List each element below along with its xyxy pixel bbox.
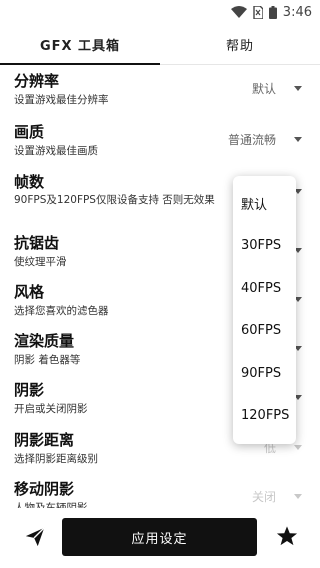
setting-title: 渲染质量 [14, 332, 75, 350]
status-bar: 3:46 [0, 0, 320, 24]
setting-title: 阴影 [14, 381, 45, 399]
setting-value: 关闭 [251, 490, 276, 504]
clock: 3:46 [282, 4, 312, 20]
setting-subtitle: 使纹理平滑 [14, 256, 67, 268]
fps-option-default[interactable]: 默认 [233, 182, 296, 225]
chevron-down-icon[interactable] [294, 445, 302, 450]
setting-subtitle: 90FPS及120FPS仅限设备支持 否则无效果 [14, 194, 215, 206]
apply-settings-button[interactable]: 应用设定 [62, 518, 257, 556]
chevron-down-icon[interactable] [294, 494, 302, 499]
setting-subtitle: 开启或关闭阴影 [14, 403, 88, 415]
setting-title: 帧数 [14, 173, 45, 191]
setting-title: 画质 [14, 123, 45, 141]
chevron-down-icon[interactable] [294, 137, 302, 142]
fps-option-120[interactable]: 120FPS [233, 395, 296, 438]
tab-gfx-toolbox[interactable]: GFX 工具箱 [0, 24, 160, 64]
battery-icon [268, 5, 277, 19]
setting-title: 抗锯齿 [14, 234, 60, 252]
setting-subtitle: 设置游戏最佳画质 [14, 145, 98, 157]
setting-title: 分辨率 [14, 72, 60, 90]
fps-option-30[interactable]: 30FPS [233, 225, 296, 268]
setting-moving-shadow[interactable]: 移动阴影 人物及车辆阴影 关闭 [0, 474, 320, 508]
setting-subtitle: 阴影 着色器等 [14, 354, 81, 366]
setting-quality[interactable]: 画质 设置游戏最佳画质 普通流畅 [0, 117, 320, 167]
setting-subtitle: 选择阴影距离级别 [14, 453, 98, 465]
wifi-icon [230, 6, 247, 18]
fps-option-60[interactable]: 60FPS [233, 310, 296, 353]
fps-option-40[interactable]: 40FPS [233, 267, 296, 310]
setting-subtitle: 选择您喜欢的滤色器 [14, 305, 109, 317]
setting-subtitle: 设置游戏最佳分辨率 [14, 94, 109, 106]
setting-resolution[interactable]: 分辨率 设置游戏最佳分辨率 默认 [0, 66, 320, 117]
fps-option-90[interactable]: 90FPS [233, 352, 296, 395]
sim-icon [253, 5, 263, 19]
tab-help[interactable]: 帮助 [160, 24, 320, 64]
fps-dropdown-menu: 默认 30FPS 40FPS 60FPS 90FPS 120FPS [233, 176, 296, 444]
setting-subtitle: 人物及车辆阴影 [14, 502, 88, 508]
tab-bar: GFX 工具箱 帮助 [0, 24, 320, 65]
setting-title: 阴影距离 [14, 431, 75, 449]
active-tab-indicator [0, 63, 160, 65]
chevron-down-icon[interactable] [294, 86, 302, 91]
setting-title: 移动阴影 [14, 480, 75, 498]
star-icon[interactable] [276, 525, 298, 547]
setting-value: 默认 [251, 82, 276, 96]
send-icon[interactable] [24, 526, 46, 548]
setting-title: 风格 [14, 283, 45, 301]
bottom-action-bar: 应用设定 [0, 510, 320, 568]
gfx-tool-screen: 3:46 GFX 工具箱 帮助 分辨率 设置游戏最佳分辨率 默认 画质 设置游戏… [0, 0, 320, 568]
setting-value: 普通流畅 [227, 133, 276, 147]
